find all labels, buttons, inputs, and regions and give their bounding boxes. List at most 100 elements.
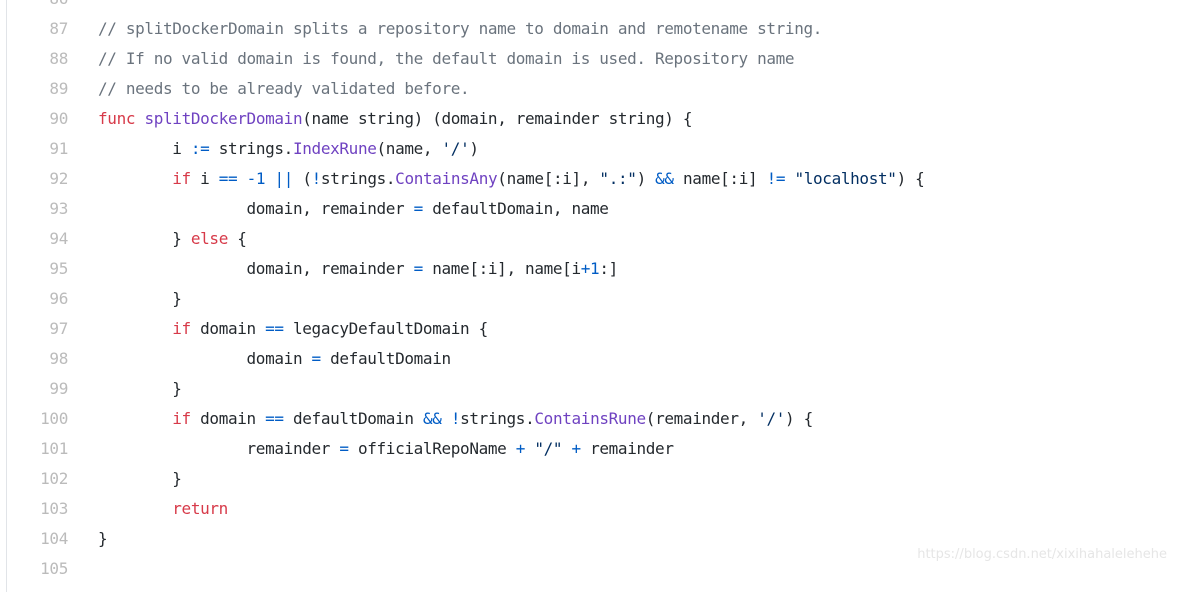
plain-token: } [98, 229, 191, 248]
line-source: domain, remainder = defaultDomain, name [98, 194, 609, 224]
number-token: -1 [246, 169, 266, 188]
plain-token: legacyDefaultDomain { [283, 319, 488, 338]
plain-token: domain [190, 409, 266, 428]
operator-token: + [571, 439, 582, 458]
function-token: ContainsRune [534, 409, 646, 428]
plain-token: } [98, 379, 182, 398]
operator-token: ! [311, 169, 322, 188]
line-number: 103 [40, 499, 68, 518]
plain-token: ) { [896, 169, 925, 188]
keyword-token: if [172, 169, 191, 188]
plain-token: :] [599, 259, 618, 278]
function-token: ContainsAny [395, 169, 498, 188]
line-number: 101 [40, 439, 68, 458]
operator-token: + [580, 259, 591, 278]
plain-token: remainder [580, 439, 674, 458]
string-token: '/' [757, 409, 786, 428]
operator-token: = [311, 349, 322, 368]
line-source: func splitDockerDomain(name string) (dom… [98, 104, 692, 134]
plain-token: ) [636, 169, 656, 188]
line-source: // If no valid domain is found, the defa… [98, 44, 795, 74]
line-number: 89 [49, 79, 68, 98]
operator-token: ! [450, 409, 461, 428]
line-source: } [98, 374, 182, 404]
line-number: 99 [49, 379, 68, 398]
line-number: 91 [49, 139, 68, 158]
number-token: 1 [590, 259, 600, 278]
operator-token: != [766, 169, 786, 188]
plain-token: ) { [785, 409, 813, 428]
plain-token: } [98, 529, 108, 548]
line-number: 96 [49, 289, 68, 308]
keyword-token: func [98, 109, 136, 128]
line-source: } [98, 284, 182, 314]
operator-token: + [515, 439, 526, 458]
operator-token: := [190, 139, 210, 158]
plain-token: (name[:i], [497, 169, 600, 188]
plain-token: i [98, 139, 191, 158]
plain-token: strings. [320, 169, 396, 188]
plain-token: defaultDomain [320, 349, 451, 368]
line-source: } [98, 524, 108, 554]
string-token: '/' [441, 139, 470, 158]
function-token: splitDockerDomain [144, 109, 303, 128]
line-number: 105 [40, 559, 68, 578]
plain-token: name[:i], name[i [422, 259, 581, 278]
code-block: 86 87 // splitDockerDomain splits a reposi… [6, 0, 1180, 592]
line-source: if i == -1 || (!strings.ContainsAny(name… [98, 164, 925, 194]
operator-token: && [422, 409, 442, 428]
keyword-token: return [172, 499, 228, 518]
plain-token: remainder [98, 439, 340, 458]
line-number: 93 [49, 199, 68, 218]
line-number: 92 [49, 169, 68, 188]
line-source: // needs to be already validated before. [98, 74, 470, 104]
line-number: 102 [40, 469, 68, 488]
plain-token: defaultDomain, name [422, 199, 609, 218]
operator-token: == [265, 319, 284, 338]
line-number: 90 [49, 109, 68, 128]
comment-token: // splitDockerDomain splits a repository… [98, 19, 823, 38]
plain-token: domain [98, 349, 312, 368]
line-source: } [98, 464, 182, 494]
line-number: 95 [49, 259, 68, 278]
line-number: 100 [40, 409, 68, 428]
plain-token: (name, [376, 139, 442, 158]
line-source: domain, remainder = name[:i], name[i+1:] [98, 254, 619, 284]
function-token: IndexRune [292, 139, 377, 158]
plain-token: domain, remainder [98, 259, 414, 278]
line-source: if domain == legacyDefaultDomain { [98, 314, 488, 344]
keyword-token: else [190, 229, 228, 248]
plain-token: } [98, 469, 182, 488]
line-source: } else { [98, 224, 247, 254]
line-number: 97 [49, 319, 68, 338]
line-source: i := strings.IndexRune(name, '/') [98, 134, 479, 164]
line-number: 86 [7, 0, 68, 14]
string-token: "/" [534, 439, 563, 458]
operator-token: = [339, 439, 349, 458]
keyword-token: if [172, 409, 191, 428]
string-token: "localhost" [794, 169, 897, 188]
operator-token: = [413, 199, 424, 218]
operator-token: && [655, 169, 674, 188]
operator-token: == [265, 409, 284, 428]
line-source: if domain == defaultDomain && !strings.C… [98, 404, 813, 434]
line-number: 104 [40, 529, 68, 548]
plain-token: { [227, 229, 247, 248]
plain-token: (name string) (domain, remainder string)… [302, 109, 693, 128]
operator-token: || [274, 169, 294, 188]
line-source: return [98, 494, 228, 524]
operator-token: == [218, 169, 238, 188]
plain-token: (remainder, [645, 409, 758, 428]
plain-token: ( [293, 169, 312, 188]
line-number: 87 [49, 19, 68, 38]
line-source: remainder = officialRepoName + "/" + rem… [98, 434, 674, 464]
plain-token: i [190, 169, 219, 188]
